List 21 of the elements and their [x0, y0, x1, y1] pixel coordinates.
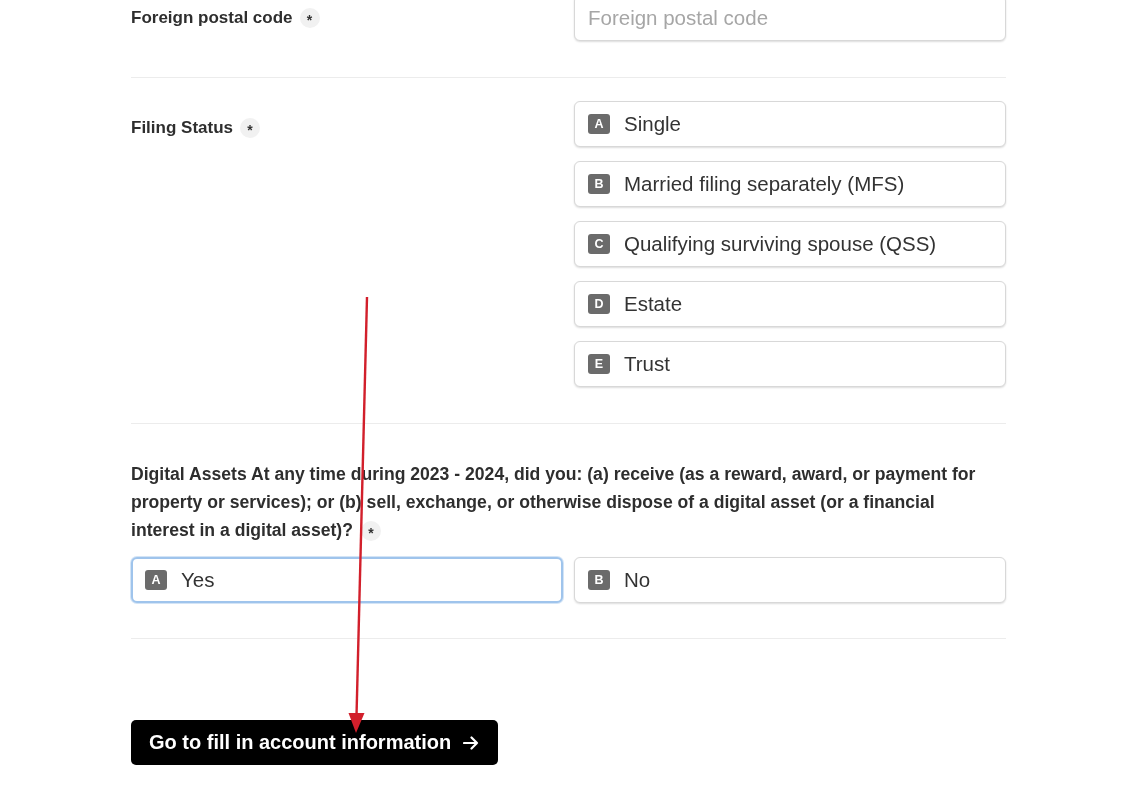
- option-key: B: [588, 174, 610, 194]
- option-button[interactable]: A Single: [574, 101, 1006, 147]
- required-asterisk: *: [240, 118, 260, 138]
- submit-button[interactable]: Go to fill in account information: [131, 720, 499, 765]
- field-label: Foreign postal code: [131, 8, 293, 28]
- option-button[interactable]: B No: [574, 557, 1006, 603]
- required-asterisk: *: [299, 8, 320, 28]
- option-key: A: [588, 114, 610, 134]
- option-key: B: [588, 570, 610, 590]
- option-button[interactable]: C Qualifying surviving spouse (QSS): [574, 221, 1006, 267]
- arrow-right-icon: [463, 734, 480, 751]
- option-key: E: [588, 354, 610, 374]
- option-key: A: [145, 570, 167, 590]
- option-key: C: [588, 234, 610, 254]
- option-button[interactable]: D Estate: [574, 281, 1006, 327]
- option-button[interactable]: A Yes: [131, 557, 563, 603]
- option-key: D: [588, 294, 610, 314]
- option-button[interactable]: B Married filing separately (MFS): [574, 161, 1006, 207]
- option-button[interactable]: E Trust: [574, 341, 1006, 387]
- input-field[interactable]: Foreign postal code: [574, 0, 1006, 41]
- field-label: Filing Status: [131, 118, 233, 138]
